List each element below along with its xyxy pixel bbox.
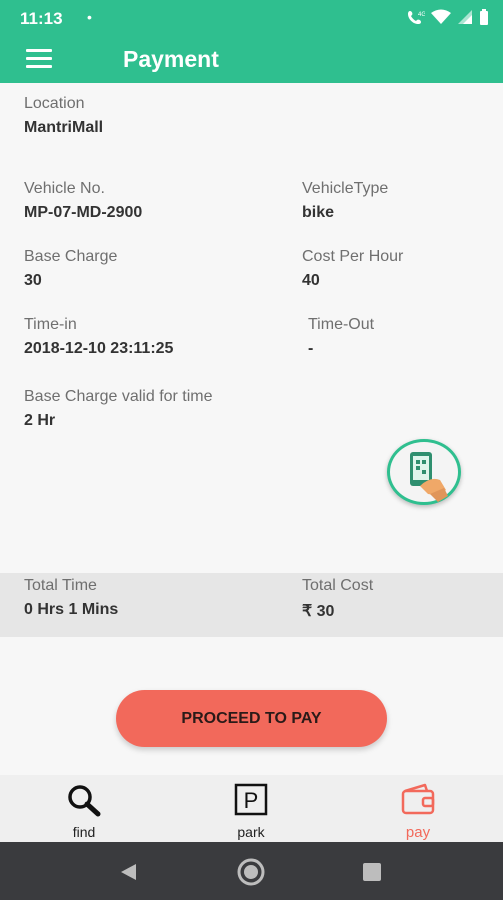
- base-valid-value: 2 Hr: [24, 412, 56, 429]
- search-icon: [68, 785, 101, 817]
- base-valid-label: Base Charge valid for time: [24, 388, 213, 405]
- parking-icon: P: [234, 783, 268, 816]
- base-charge-value: 30: [24, 272, 42, 289]
- totals-panel: Total Time 0 Hrs 1 Mins Total Cost ₹ 30: [0, 573, 503, 637]
- home-icon[interactable]: [236, 857, 266, 887]
- total-cost-field: Total Cost ₹ 30: [302, 577, 373, 621]
- cost-per-hour-field: Cost Per Hour 40: [302, 248, 403, 290]
- call-icon: 4G: [408, 11, 425, 24]
- wifi-icon: [431, 9, 451, 24]
- tab-park-label: park: [237, 824, 265, 840]
- back-icon[interactable]: [118, 862, 138, 882]
- status-icons: 4G: [407, 9, 489, 25]
- total-cost-label: Total Cost: [302, 577, 374, 594]
- battery-icon: [480, 9, 488, 25]
- svg-text:P: P: [244, 788, 259, 813]
- menu-icon[interactable]: [26, 49, 52, 68]
- system-nav-bar: [0, 842, 503, 900]
- total-time-label: Total Time: [24, 577, 97, 594]
- time-in-field: Time-in 2018-12-10 23:11:25: [24, 316, 173, 358]
- bottom-tab-bar: find P park pay: [0, 775, 503, 842]
- phone-scan-icon: [410, 452, 448, 502]
- total-time-field: Total Time 0 Hrs 1 Mins: [24, 577, 118, 619]
- time-in-value: 2018-12-10 23:11:25: [24, 340, 174, 357]
- vehicle-no-field: Vehicle No. MP-07-MD-2900: [24, 180, 142, 222]
- cost-per-hour-value: 40: [302, 272, 320, 289]
- time-out-field: Time-Out -: [308, 316, 374, 358]
- page-title: Payment: [123, 46, 219, 72]
- location-field: Location MantriMall: [24, 95, 103, 137]
- cost-per-hour-label: Cost Per Hour: [302, 248, 404, 265]
- vehicle-type-field: VehicleType bike: [302, 180, 388, 222]
- base-charge-label: Base Charge: [24, 248, 118, 265]
- tab-find-label: find: [72, 824, 96, 840]
- vehicle-no-value: MP-07-MD-2900: [24, 204, 143, 221]
- time-in-label: Time-in: [24, 316, 77, 333]
- status-time: 11:13: [20, 9, 63, 28]
- total-cost-value: ₹ 30: [302, 603, 335, 620]
- recents-icon[interactable]: [362, 863, 382, 881]
- scan-pay-button[interactable]: [387, 439, 461, 505]
- vehicle-type-value: bike: [302, 204, 335, 221]
- vehicle-no-label: Vehicle No.: [24, 180, 105, 197]
- location-label: Location: [24, 95, 85, 112]
- base-charge-field: Base Charge 30: [24, 248, 117, 290]
- app-bar: Payment: [0, 35, 503, 83]
- time-out-value: -: [308, 340, 314, 357]
- wallet-icon: [401, 783, 435, 815]
- proceed-to-pay-button[interactable]: PROCEED TO PAY: [116, 690, 387, 747]
- signal-icon: [458, 10, 472, 24]
- tab-park[interactable]: P park: [206, 783, 296, 840]
- tab-pay-label: pay: [405, 824, 431, 841]
- notification-dot: •: [87, 9, 92, 25]
- total-time-value: 0 Hrs 1 Mins: [24, 601, 119, 618]
- base-valid-field: Base Charge valid for time 2 Hr: [24, 388, 213, 430]
- vehicle-type-label: VehicleType: [302, 180, 389, 197]
- tab-find[interactable]: find: [39, 783, 129, 840]
- time-out-label: Time-Out: [308, 316, 375, 333]
- status-bar: 11:13 • 4G: [0, 0, 503, 35]
- tab-pay[interactable]: pay: [373, 783, 463, 841]
- svg-text:4G: 4G: [418, 12, 425, 18]
- location-value: MantriMall: [24, 119, 104, 136]
